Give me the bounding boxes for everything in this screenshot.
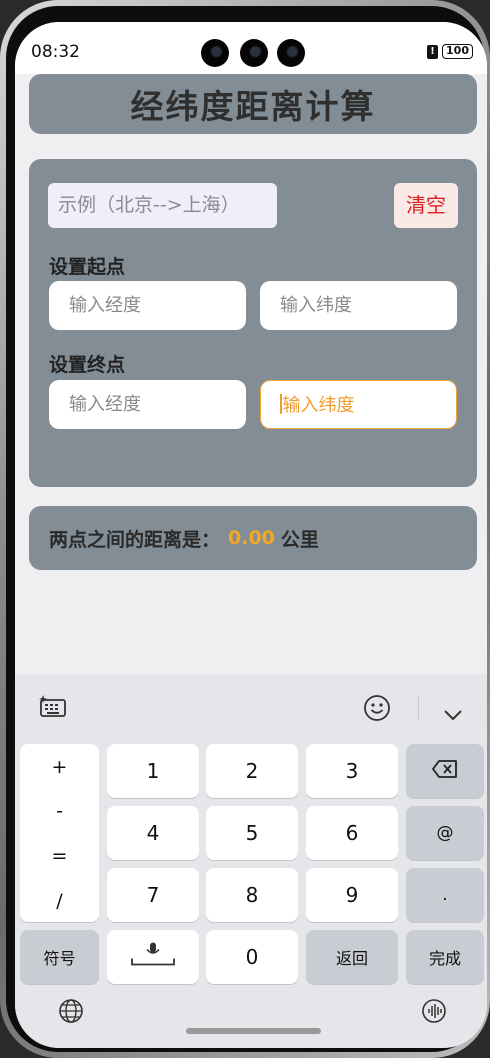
backspace-icon xyxy=(406,759,484,783)
start-longitude-input[interactable]: 输入经度 xyxy=(49,281,246,330)
return-key[interactable]: 返回 xyxy=(306,930,398,984)
phone-bezel: 08:32 ! 100 经纬度距离计算 示例（北京-->上海） 清空 设置起点 … xyxy=(6,6,487,1052)
home-indicator[interactable] xyxy=(186,1028,321,1034)
key-8[interactable]: 8 xyxy=(206,868,298,922)
key-7[interactable]: 7 xyxy=(107,868,199,922)
globe-icon[interactable] xyxy=(58,998,84,1028)
camera-icon xyxy=(277,39,305,67)
space-key[interactable] xyxy=(107,930,199,984)
key-2[interactable]: 2 xyxy=(206,744,298,798)
clear-button[interactable]: 清空 xyxy=(394,183,458,228)
status-icons: ! 100 xyxy=(427,44,473,59)
ai-keyboard-icon[interactable] xyxy=(39,694,67,724)
key-5[interactable]: 5 xyxy=(206,806,298,860)
end-longitude-input[interactable]: 输入经度 xyxy=(49,380,246,429)
toolbar-divider xyxy=(418,696,419,720)
voice-input-icon[interactable] xyxy=(421,998,447,1028)
status-time: 08:32 xyxy=(31,42,80,62)
status-bar: 08:32 ! 100 xyxy=(15,22,487,74)
app-content: 经纬度距离计算 示例（北京-->上海） 清空 设置起点 输入经度 输入纬度 设置… xyxy=(15,74,487,674)
key-0[interactable]: 0 xyxy=(206,930,298,984)
mic-space-icon xyxy=(107,942,199,973)
camera-icon xyxy=(201,39,229,67)
key-3[interactable]: 3 xyxy=(306,744,398,798)
result-card: 两点之间的距离是： 0.00 公里 xyxy=(29,506,477,570)
slash-key[interactable]: / xyxy=(20,890,99,912)
end-point-label: 设置终点 xyxy=(49,354,126,376)
start-latitude-input[interactable]: 输入纬度 xyxy=(260,281,457,330)
key-9[interactable]: 9 xyxy=(306,868,398,922)
phone-frame: 08:32 ! 100 经纬度距离计算 示例（北京-->上海） 清空 设置起点 … xyxy=(0,0,490,1058)
screen: 08:32 ! 100 经纬度距离计算 示例（北京-->上海） 清空 设置起点 … xyxy=(15,22,487,1048)
minus-key[interactable]: - xyxy=(20,800,99,822)
dot-key[interactable]: . xyxy=(406,868,484,922)
key-1[interactable]: 1 xyxy=(107,744,199,798)
sim-alert-icon: ! xyxy=(427,44,439,59)
camera-icon xyxy=(240,39,268,67)
plus-key[interactable]: + xyxy=(20,756,99,778)
chevron-down-icon[interactable] xyxy=(443,700,463,728)
keyboard-toolbar xyxy=(15,674,487,744)
symbol-key[interactable]: 符号 xyxy=(20,930,99,984)
end-latitude-input[interactable]: 输入纬度 xyxy=(260,380,457,429)
start-point-label: 设置起点 xyxy=(49,256,126,278)
key-6[interactable]: 6 xyxy=(306,806,398,860)
equals-key[interactable]: = xyxy=(20,845,99,867)
backspace-key[interactable] xyxy=(406,744,484,798)
title-card: 经纬度距离计算 xyxy=(29,74,477,134)
example-button[interactable]: 示例（北京-->上海） xyxy=(48,183,277,228)
distance-unit: 公里 xyxy=(280,528,319,551)
text-caret xyxy=(280,394,282,414)
emoji-icon[interactable] xyxy=(363,694,391,728)
page-title: 经纬度距离计算 xyxy=(130,87,376,126)
keyboard-bottom-bar xyxy=(15,980,487,1048)
symbol-column[interactable]: + - = / xyxy=(20,744,99,922)
at-key[interactable]: @ xyxy=(406,806,484,860)
input-card: 示例（北京-->上海） 清空 设置起点 输入经度 输入纬度 设置终点 输入经度 … xyxy=(29,159,477,487)
key-4[interactable]: 4 xyxy=(107,806,199,860)
numeric-keyboard: + - = / 1 2 3 4 5 6 @ 7 8 9 . 符号 0 返回 完成 xyxy=(15,674,487,1048)
result-prefix: 两点之间的距离是： xyxy=(49,528,221,551)
done-key[interactable]: 完成 xyxy=(406,930,484,984)
distance-value: 0.00 xyxy=(228,527,275,549)
battery-icon: 100 xyxy=(442,44,473,59)
end-latitude-placeholder: 输入纬度 xyxy=(282,395,355,416)
